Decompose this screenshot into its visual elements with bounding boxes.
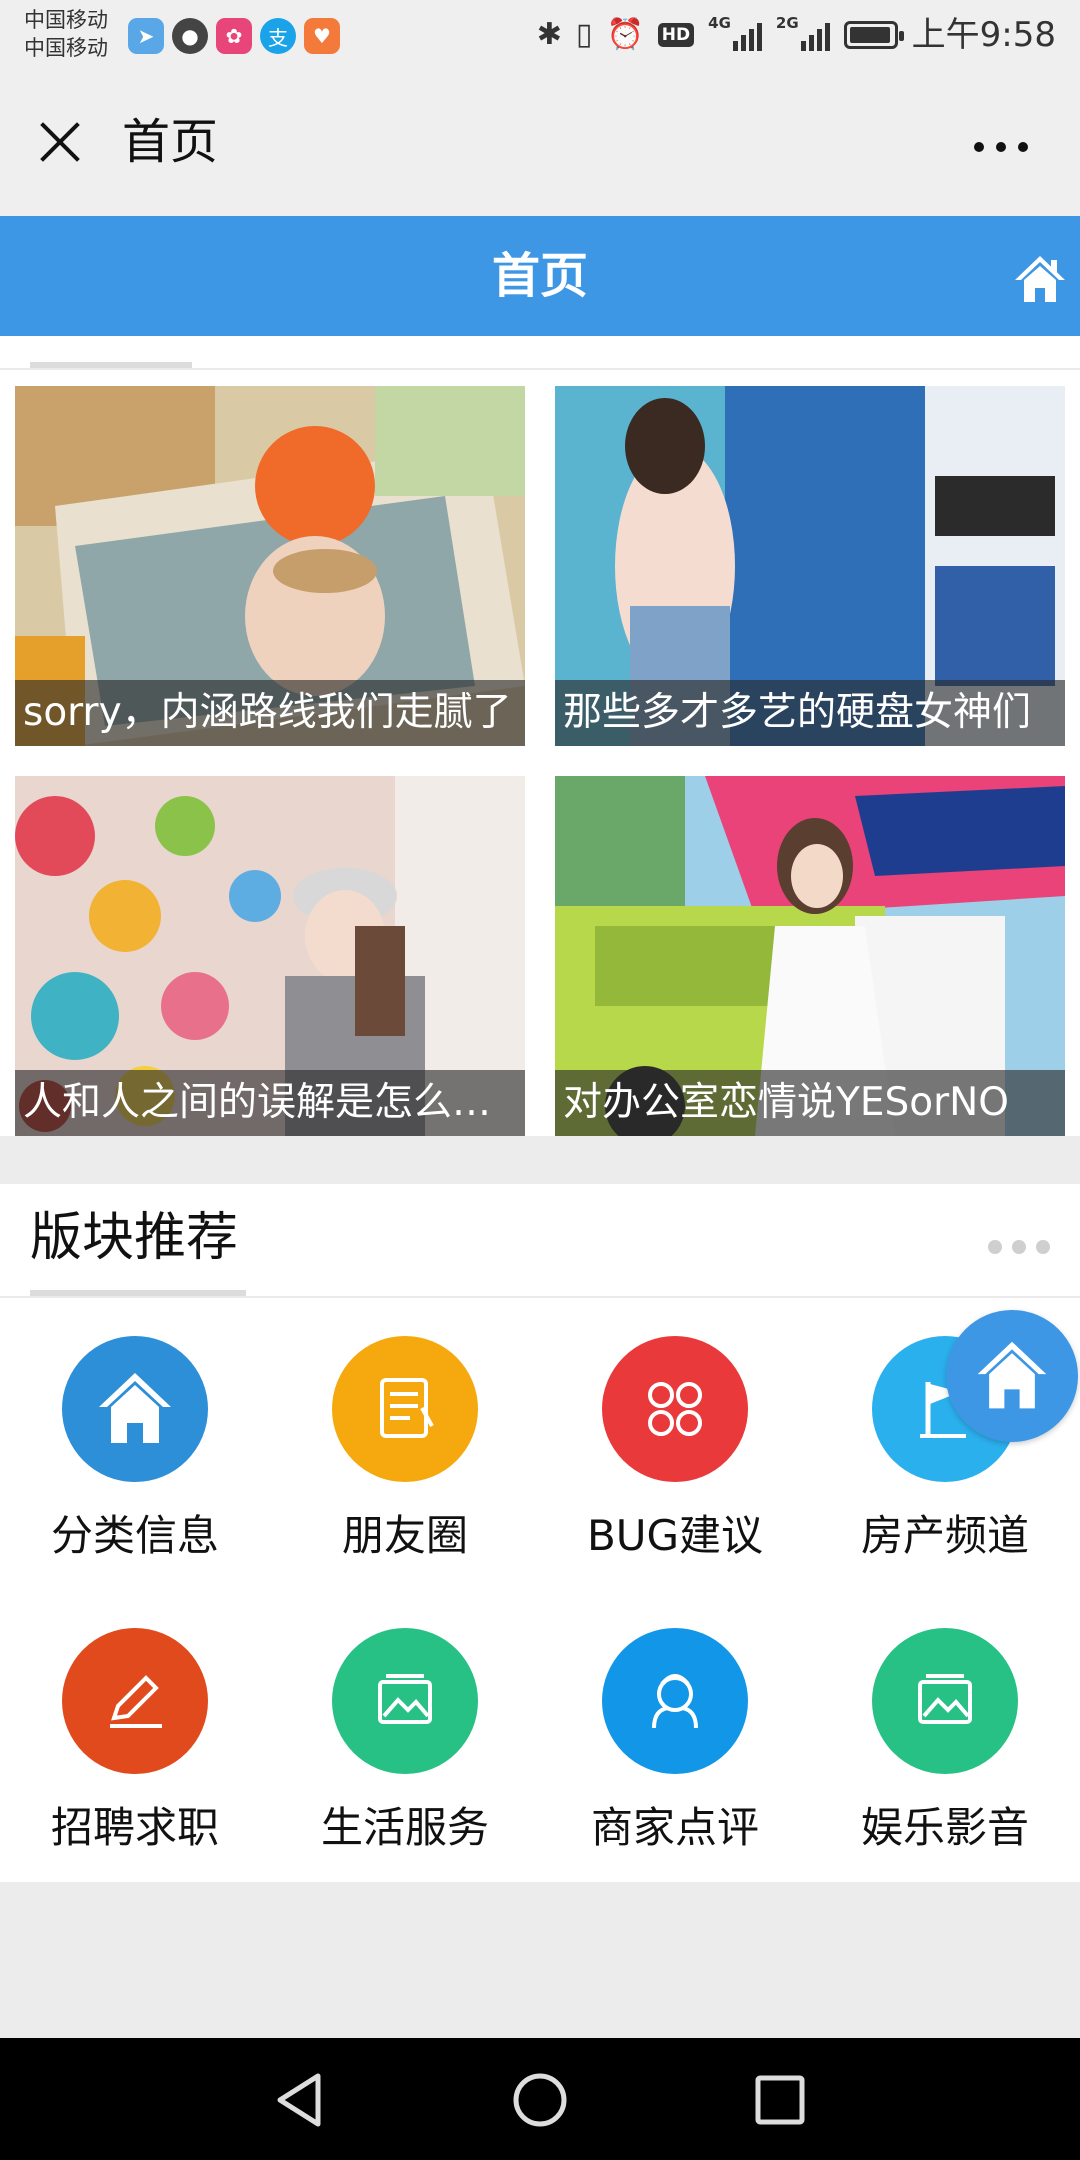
vibrate-icon: ▯ bbox=[575, 17, 593, 52]
header-title: 首页 bbox=[122, 114, 219, 170]
article-title: sorry，内涵路线我们走腻了 bbox=[15, 680, 525, 746]
network-4g-label: 4G bbox=[708, 14, 731, 32]
signal-icon-1 bbox=[732, 19, 762, 51]
alipay-icon: 支 bbox=[260, 18, 296, 54]
carrier-info: 中国移动 中国移动 bbox=[24, 6, 108, 62]
category-icon-circle bbox=[602, 1336, 748, 1482]
pencil-icon bbox=[110, 1675, 162, 1728]
alarm-icon: ⏰ bbox=[606, 17, 644, 52]
home-icon bbox=[99, 1373, 171, 1443]
notification-icons: ➤ ● ✿ 支 ♥ bbox=[128, 18, 340, 54]
signal-icon-2 bbox=[800, 19, 830, 51]
article-card[interactable]: 那些多才多艺的硬盘女神们 bbox=[555, 386, 1065, 746]
more-options-button[interactable] bbox=[974, 142, 1028, 152]
category-icon-circle bbox=[62, 1336, 208, 1482]
category-label: 商家点评 bbox=[590, 1803, 759, 1852]
article-card[interactable]: sorry，内涵路线我们走腻了 bbox=[15, 386, 525, 746]
tab-indicator bbox=[30, 362, 192, 368]
article-title: 那些多才多艺的硬盘女神们 bbox=[555, 680, 1065, 746]
section-indicator bbox=[30, 1290, 246, 1296]
category-label: 房产频道 bbox=[860, 1511, 1029, 1560]
person-icon bbox=[652, 1674, 698, 1729]
close-button[interactable] bbox=[32, 114, 88, 170]
category-icon-circle bbox=[332, 1336, 478, 1482]
category-icon-circle bbox=[602, 1628, 748, 1774]
category-label: 生活服务 bbox=[320, 1803, 489, 1852]
back-triangle-icon[interactable] bbox=[268, 2068, 332, 2132]
picture-icon bbox=[378, 1674, 432, 1724]
category-icon-circle bbox=[62, 1628, 208, 1774]
chat-bubble-icon: ● bbox=[172, 18, 208, 54]
category-item-classified[interactable]: 分类信息 bbox=[0, 1336, 270, 1586]
section-divider bbox=[0, 1296, 1080, 1298]
paper-plane-icon: ➤ bbox=[128, 18, 164, 54]
category-item-entertainment[interactable]: 娱乐影音 bbox=[810, 1628, 1080, 1878]
category-icon-circle bbox=[872, 1628, 1018, 1774]
status-indicators: ✱ ▯ ⏰ HD 4G 2G 上午9:58 bbox=[537, 12, 1056, 58]
flower-app-icon: ✿ bbox=[216, 18, 252, 54]
recents-square-icon[interactable] bbox=[748, 2068, 812, 2132]
category-item-bug-report[interactable]: BUG建议 bbox=[540, 1336, 810, 1586]
browser-header: 首页 bbox=[0, 70, 1080, 216]
home-icon[interactable] bbox=[1014, 254, 1066, 304]
home-icon bbox=[977, 1341, 1047, 1409]
carrier-label-2: 中国移动 bbox=[24, 36, 108, 60]
category-icon-circle bbox=[332, 1628, 478, 1774]
category-item-moments[interactable]: 朋友圈 bbox=[270, 1336, 540, 1586]
section-title: 版块推荐 bbox=[30, 1208, 239, 1268]
heart-app-icon: ♥ bbox=[304, 18, 340, 54]
category-item-jobs[interactable]: 招聘求职 bbox=[0, 1628, 270, 1878]
featured-articles: sorry，内涵路线我们走腻了 那些多才多艺的硬盘女神们 人和人之间的误解是怎么… bbox=[0, 336, 1080, 1136]
notes-icon bbox=[380, 1378, 434, 1438]
page-title: 首页 bbox=[491, 248, 588, 304]
page-title-bar: 首页 bbox=[0, 216, 1080, 336]
category-label: 朋友圈 bbox=[341, 1511, 468, 1560]
section-more-button[interactable] bbox=[988, 1240, 1050, 1254]
article-card[interactable]: 对办公室恋情说YESorNO bbox=[555, 776, 1065, 1136]
status-time: 上午9:58 bbox=[911, 15, 1056, 55]
bluetooth-icon: ✱ bbox=[536, 17, 562, 52]
article-card[interactable]: 人和人之间的误解是怎么来的 bbox=[15, 776, 525, 1136]
clover-icon bbox=[648, 1382, 702, 1436]
category-label: 分类信息 bbox=[50, 1511, 219, 1560]
picture-icon bbox=[918, 1674, 972, 1724]
hd-badge: HD bbox=[657, 23, 695, 47]
article-title: 人和人之间的误解是怎么来的 bbox=[15, 1070, 525, 1136]
recommended-section: 版块推荐 分类信息 朋友圈 BUG建议 房产频道 招聘求职 生活服务 商家点评 … bbox=[0, 1184, 1080, 1882]
home-circle-icon[interactable] bbox=[508, 2068, 572, 2132]
article-title: 对办公室恋情说YESorNO bbox=[555, 1070, 1065, 1136]
category-label: 娱乐影音 bbox=[860, 1803, 1029, 1852]
status-bar: 中国移动 中国移动 ➤ ● ✿ 支 ♥ ✱ ▯ ⏰ HD 4G 2G 上午9:5… bbox=[0, 0, 1080, 70]
system-navigation-bar bbox=[0, 2038, 1080, 2160]
floating-home-button[interactable] bbox=[946, 1310, 1078, 1442]
carrier-label-1: 中国移动 bbox=[24, 8, 108, 32]
category-label: 招聘求职 bbox=[50, 1803, 219, 1852]
tab-divider bbox=[0, 368, 1080, 370]
battery-icon bbox=[843, 21, 904, 49]
category-label: BUG建议 bbox=[586, 1511, 764, 1560]
category-item-merchant-reviews[interactable]: 商家点评 bbox=[540, 1628, 810, 1878]
category-item-life-services[interactable]: 生活服务 bbox=[270, 1628, 540, 1878]
network-2g-label: 2G bbox=[775, 14, 799, 32]
